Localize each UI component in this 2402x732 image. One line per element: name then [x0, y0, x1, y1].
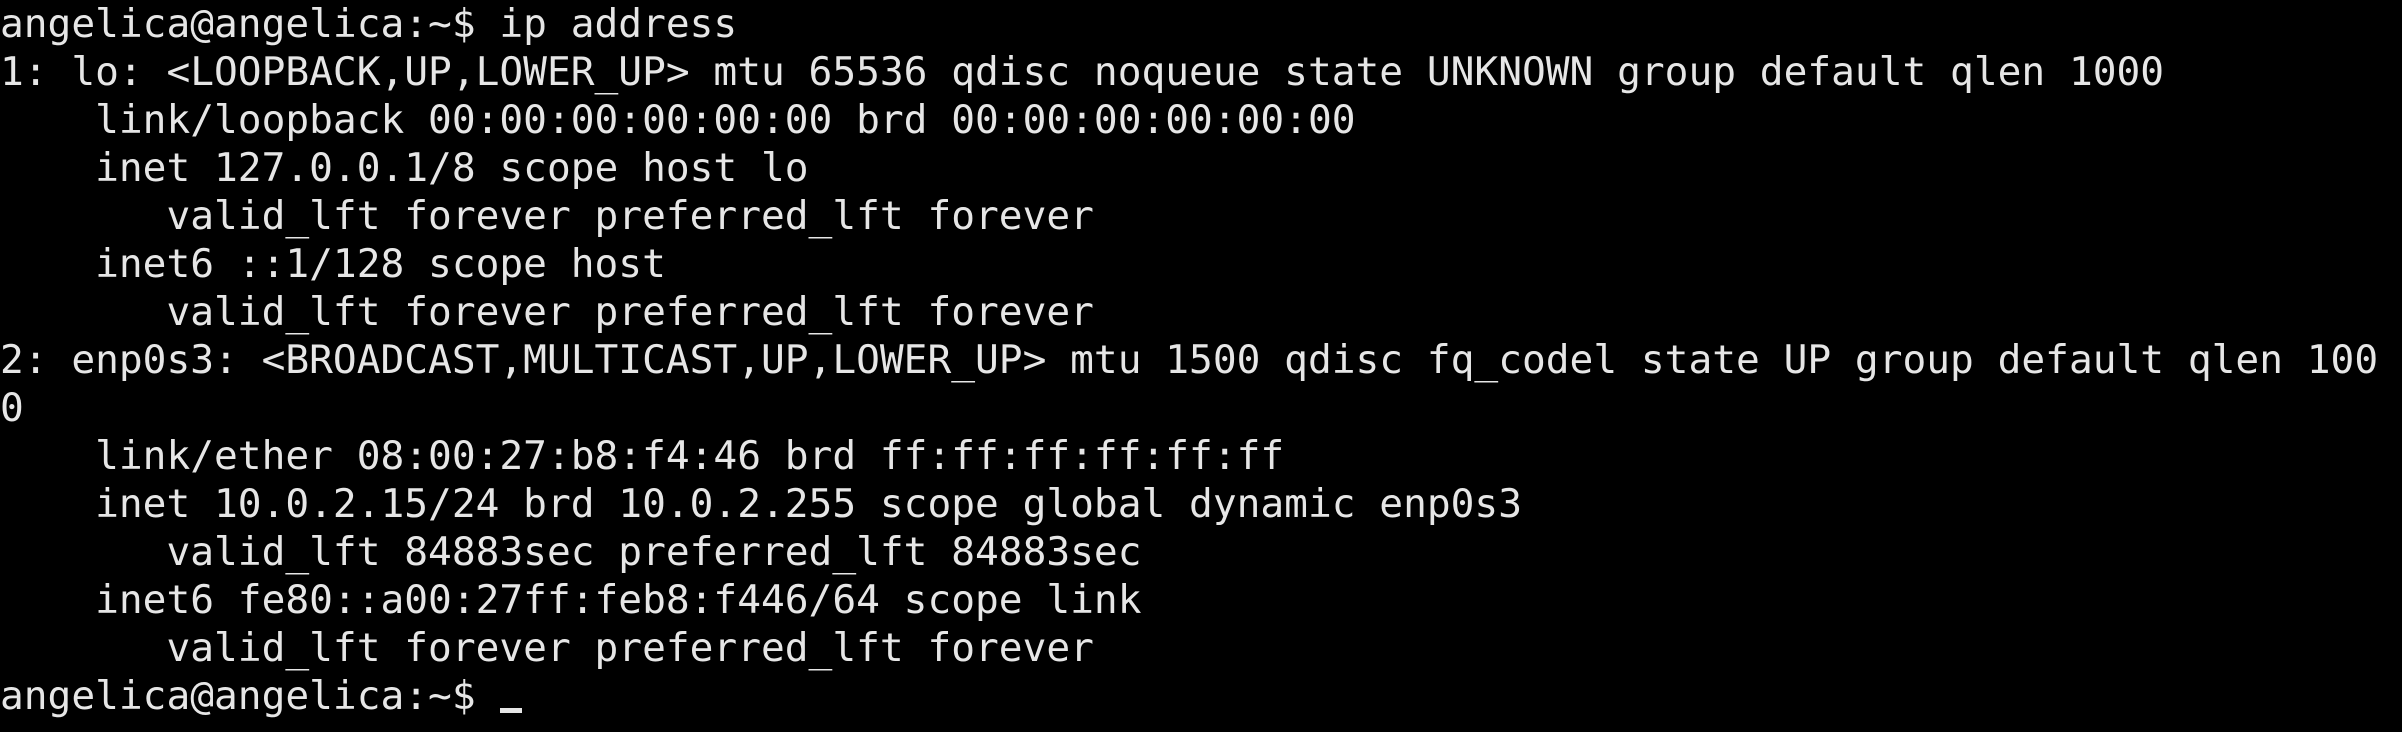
- command-prompt: angelica@angelica:~$: [0, 673, 500, 719]
- terminal-line: valid_lft forever preferred_lft forever: [0, 289, 1094, 335]
- terminal-line: link/ether 08:00:27:b8:f4:46 brd ff:ff:f…: [0, 433, 1285, 479]
- terminal-line: inet6 fe80::a00:27ff:feb8:f446/64 scope …: [0, 577, 1142, 623]
- terminal-line: valid_lft forever preferred_lft forever: [0, 625, 1094, 671]
- terminal-line: inet 127.0.0.1/8 scope host lo: [0, 145, 809, 191]
- terminal-line: 0: [0, 385, 24, 431]
- terminal-window[interactable]: angelica@angelica:~$ ip address 1: lo: <…: [0, 0, 2402, 732]
- terminal-line: valid_lft forever preferred_lft forever: [0, 193, 1094, 239]
- terminal-line: 1: lo: <LOOPBACK,UP,LOWER_UP> mtu 65536 …: [0, 49, 2165, 95]
- terminal-line: inet 10.0.2.15/24 brd 10.0.2.255 scope g…: [0, 481, 1522, 527]
- terminal-line: 2: enp0s3: <BROADCAST,MULTICAST,UP,LOWER…: [0, 337, 2379, 383]
- terminal-line: link/loopback 00:00:00:00:00:00 brd 00:0…: [0, 97, 1356, 143]
- command-prompt-line[interactable]: angelica@angelica:~$: [0, 672, 2402, 720]
- text-cursor: [500, 708, 523, 713]
- terminal-line: valid_lft 84883sec preferred_lft 84883se…: [0, 529, 1142, 575]
- terminal-line: inet6 ::1/128 scope host: [0, 241, 666, 287]
- terminal-line: angelica@angelica:~$ ip address: [0, 1, 738, 47]
